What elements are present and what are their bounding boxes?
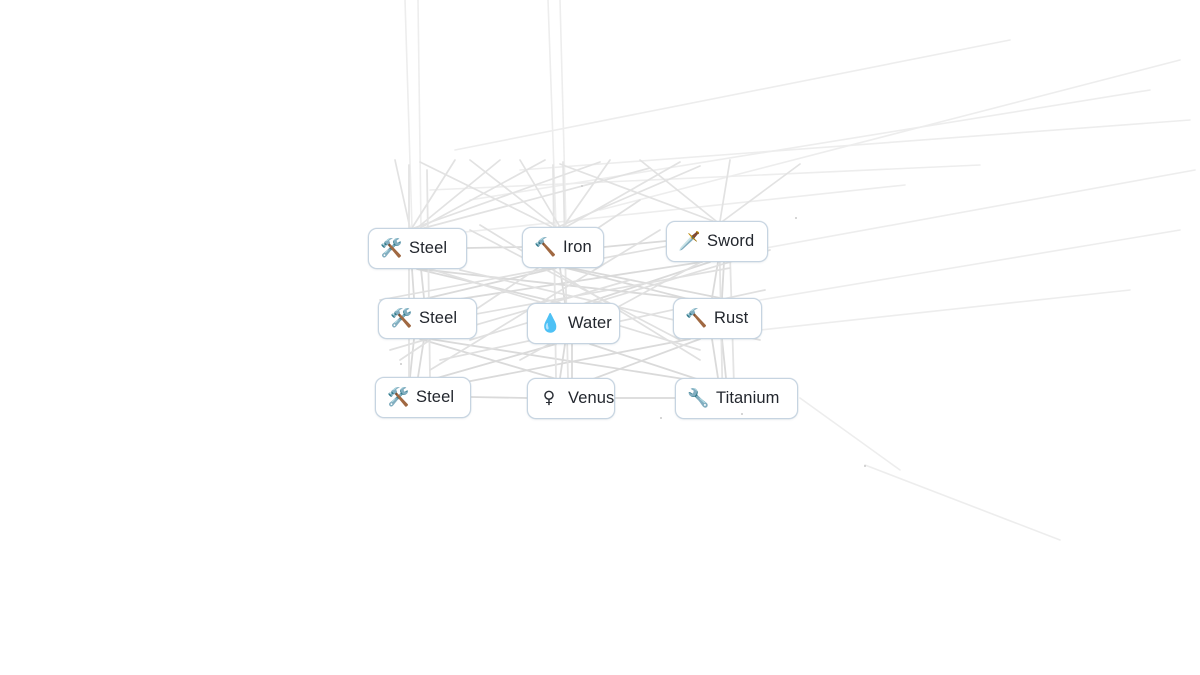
graph-node-sword[interactable]: 🗡️ Sword bbox=[666, 221, 768, 262]
dagger-icon: 🗡️ bbox=[678, 230, 701, 252]
wrench-icon: 🔧 bbox=[687, 387, 710, 409]
graph-canvas[interactable]: 🛠️ Steel 🔨 Iron 🗡️ Sword 🛠️ Steel 💧 Wate… bbox=[0, 0, 1200, 675]
venus-symbol-icon: ♀ bbox=[542, 388, 556, 408]
render-speck bbox=[660, 417, 662, 419]
render-speck bbox=[864, 465, 866, 467]
graph-node-venus[interactable]: ♀ Venus bbox=[527, 378, 615, 419]
graph-node-label: Steel bbox=[419, 308, 458, 327]
render-speck bbox=[741, 413, 743, 415]
graph-node-steel-3[interactable]: 🛠️ Steel bbox=[375, 377, 471, 418]
graph-node-label: Venus bbox=[568, 388, 615, 407]
hammer-and-wrench-icon: 🛠️ bbox=[387, 386, 410, 408]
graph-node-rust[interactable]: 🔨 Rust bbox=[673, 298, 762, 339]
graph-node-steel-2[interactable]: 🛠️ Steel bbox=[378, 298, 477, 339]
graph-node-label: Water bbox=[568, 313, 612, 332]
graph-node-iron[interactable]: 🔨 Iron bbox=[522, 227, 604, 268]
graph-node-water[interactable]: 💧 Water bbox=[527, 303, 620, 344]
hammer-icon: 🔨 bbox=[685, 307, 708, 329]
graph-node-label: Steel bbox=[416, 387, 455, 406]
graph-node-steel-1[interactable]: 🛠️ Steel bbox=[368, 228, 467, 269]
graph-node-titanium[interactable]: 🔧 Titanium bbox=[675, 378, 798, 419]
graph-node-label: Sword bbox=[707, 231, 755, 250]
graph-node-layer: 🛠️ Steel 🔨 Iron 🗡️ Sword 🛠️ Steel 💧 Wate… bbox=[0, 0, 1200, 675]
render-speck bbox=[795, 217, 797, 219]
graph-node-label: Rust bbox=[714, 308, 749, 327]
hammer-and-wrench-icon: 🛠️ bbox=[380, 237, 403, 259]
render-speck bbox=[581, 185, 583, 187]
hammer-icon: 🔨 bbox=[534, 236, 557, 258]
droplet-icon: 💧 bbox=[539, 312, 562, 334]
graph-node-label: Titanium bbox=[716, 388, 780, 407]
graph-node-label: Steel bbox=[409, 238, 448, 257]
render-speck bbox=[400, 363, 402, 365]
hammer-and-wrench-icon: 🛠️ bbox=[390, 307, 413, 329]
graph-node-label: Iron bbox=[563, 237, 592, 256]
